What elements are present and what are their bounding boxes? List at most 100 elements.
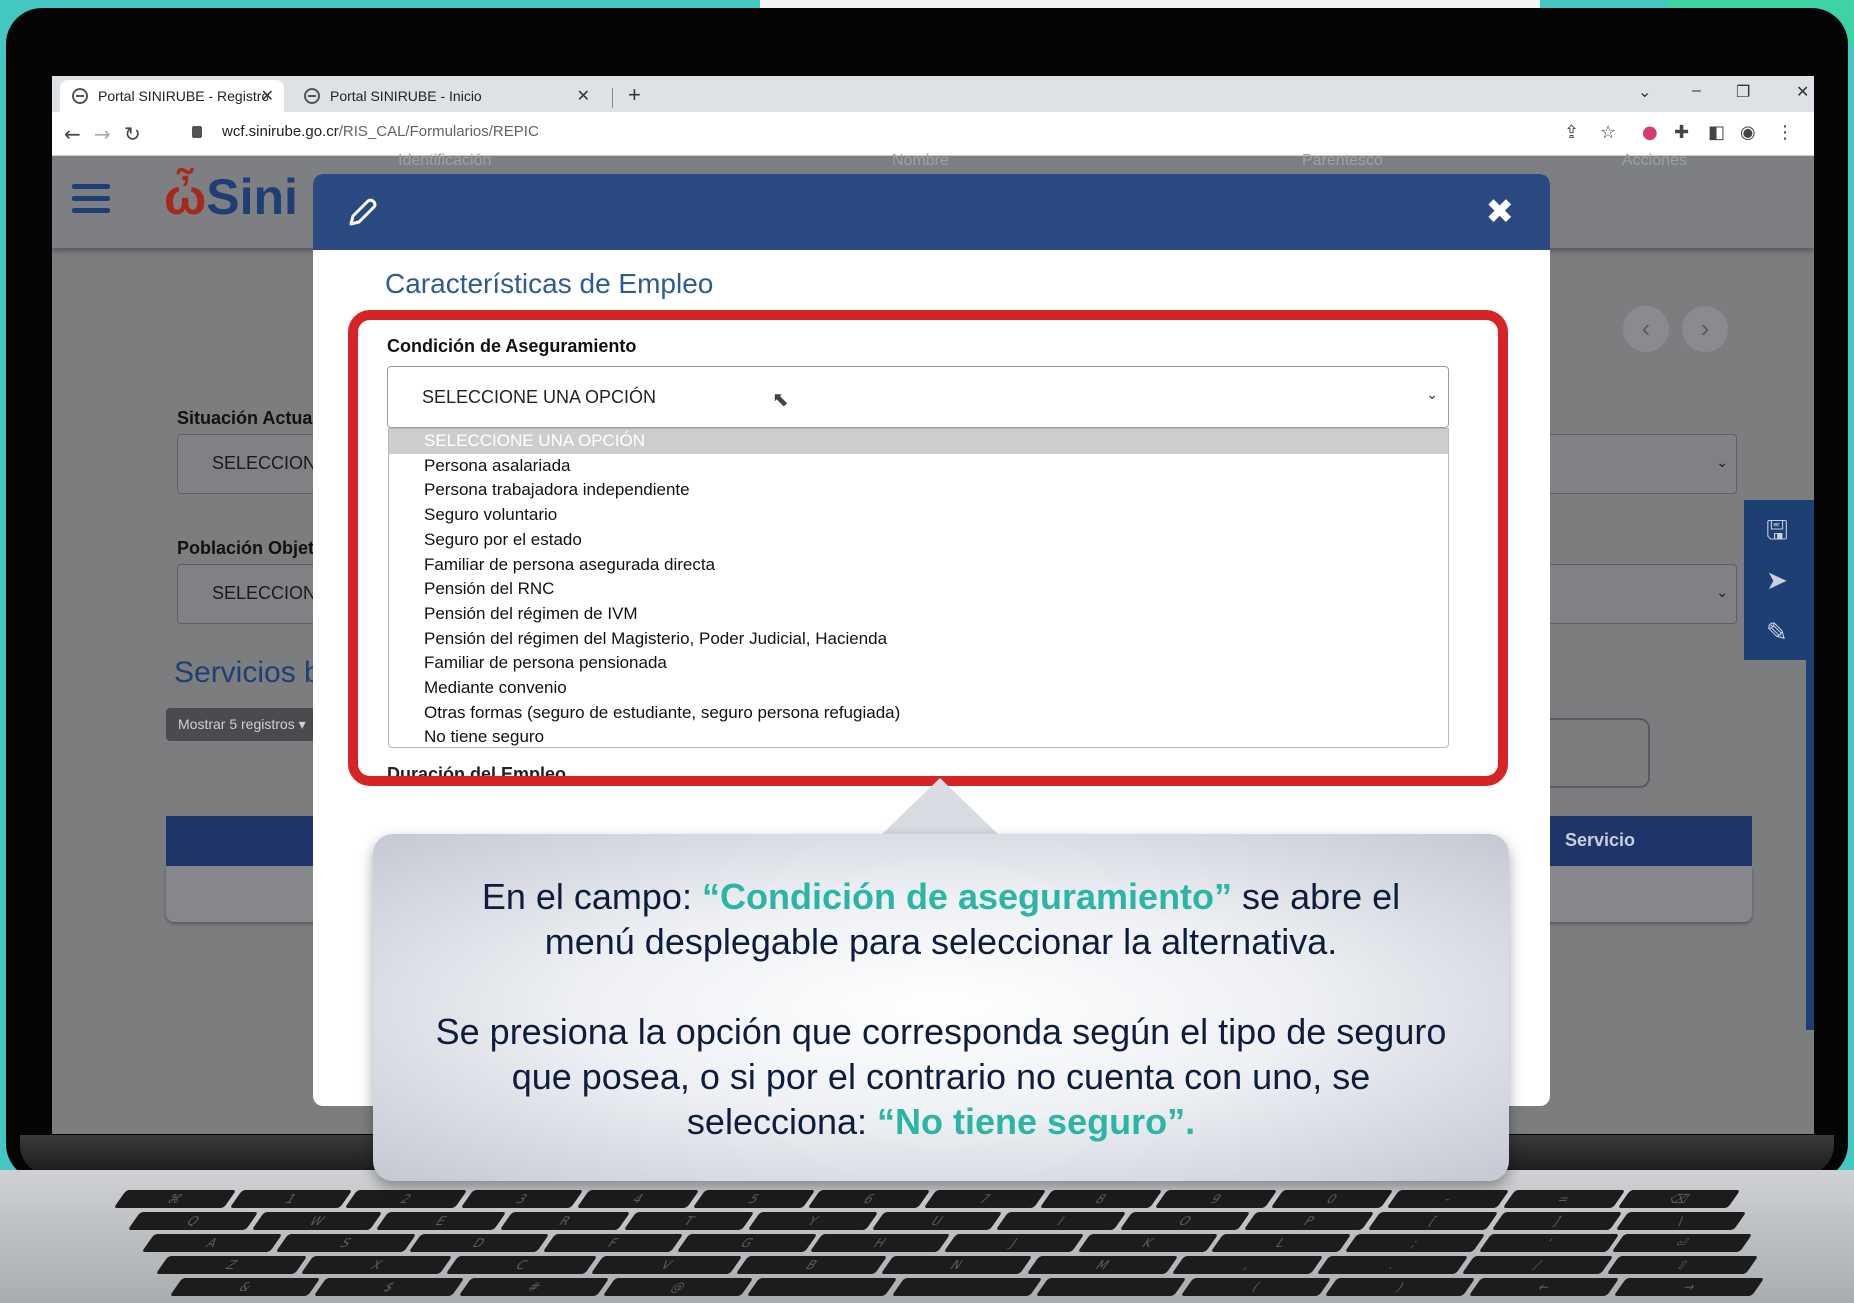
keyboard-key: ⇧ <box>1606 1256 1759 1274</box>
tab-inicio[interactable]: Portal SINIRUBE - Inicio ✕ <box>292 80 608 112</box>
keyboard-key: B <box>736 1256 888 1274</box>
keyboard-key: \ <box>1615 1212 1747 1230</box>
keyboard-key <box>1035 1278 1187 1296</box>
next-page-button[interactable]: › <box>1682 306 1728 352</box>
laptop-keyboard: ⌘ 1 2 3 4 5 6 7 8 9 0- = ⌫ Q W E R T Y U I O P[] \ A S D F G H J K L; ' ⏎ Z… <box>60 1190 1794 1303</box>
keyboard-key: F <box>542 1234 683 1252</box>
keyboard-key: O <box>1119 1212 1251 1230</box>
keyboard-key: ⏎ <box>1612 1234 1753 1252</box>
keyboard-key: 3 <box>460 1190 584 1208</box>
keyboard-key: T <box>623 1212 755 1230</box>
send-icon[interactable]: ➤ <box>1766 566 1788 596</box>
keyboard-key: 4 <box>576 1190 699 1208</box>
keyboard-key: J <box>943 1234 1085 1252</box>
keyboard-key: M <box>1026 1256 1178 1274</box>
extension-badge-icon[interactable]: ● <box>1642 122 1658 143</box>
keyboard-key: U <box>871 1212 1003 1230</box>
tab-registro[interactable]: Portal SINIRUBE - Registro Espe ✕ <box>60 80 284 112</box>
ghost-col-identificacion: Identificación <box>398 152 492 169</box>
servicios-title: Servicios b <box>174 656 321 689</box>
share-icon[interactable]: ⇪ <box>1564 122 1579 143</box>
keyboard-key: K <box>1077 1234 1218 1252</box>
logo-text: Sini <box>206 169 298 225</box>
poblacion-label: Población Objet <box>177 538 315 558</box>
keyboard-key: / <box>1461 1256 1614 1274</box>
keyboard-row: Z X C V B N M,. / ⇧ <box>60 1256 1794 1274</box>
keyboard-key: X <box>300 1256 453 1274</box>
keyboard-key: 2 <box>345 1190 468 1208</box>
keyboard-key <box>891 1278 1043 1296</box>
chevron-down-icon: ⌄ <box>1716 455 1728 471</box>
keyboard-key: ) <box>1324 1278 1476 1296</box>
keyboard-key: C <box>445 1256 598 1274</box>
sidebar-icon[interactable]: ◧ <box>1708 122 1725 143</box>
url-host: wcf.sinirube.go.cr <box>222 123 339 140</box>
mostrar-registros-dropdown[interactable]: Mostrar 5 registros ▾ <box>166 708 318 741</box>
save-icon[interactable]: 🖫 <box>1766 512 1788 556</box>
keyboard-key: G <box>676 1234 817 1252</box>
keyboard-key: N <box>881 1256 1033 1274</box>
globe-icon <box>304 88 320 104</box>
situacion-value: SELECCIONE <box>212 453 329 473</box>
keyboard-key: 7 <box>923 1190 1047 1208</box>
keyboard-key: $ <box>314 1278 466 1296</box>
callout-paragraph-1: En el campo: “Condición de aseguramiento… <box>373 874 1509 964</box>
hamburger-icon[interactable] <box>72 184 110 220</box>
keyboard-row: ⌘ 1 2 3 4 5 6 7 8 9 0- = ⌫ <box>60 1190 1794 1208</box>
ghost-col-nombre: Nombre <box>892 152 949 169</box>
callout-highlight: “Condición de aseguramiento” <box>701 876 1233 917</box>
ghost-col-parentesco: Parentesco <box>1302 152 1383 169</box>
keyboard-row: Q W E R T Y U I O P[] \ <box>60 1212 1794 1230</box>
tab-search-icon[interactable]: ⌄ <box>1638 82 1651 102</box>
menu-dots-icon[interactable]: ⋮ <box>1776 122 1794 143</box>
logo-mark-icon: ὦ <box>164 169 207 225</box>
keyboard-key: 8 <box>1039 1190 1162 1208</box>
ghost-col-acciones: Acciones <box>1622 152 1687 169</box>
reload-icon[interactable]: ↻ <box>124 122 141 146</box>
keyboard-key: @ <box>602 1278 754 1296</box>
keyboard-key: S <box>275 1234 416 1252</box>
callout-paragraph-2: Se presiona la opción que corresponda se… <box>373 1009 1509 1144</box>
servicio-column-header: Servicio <box>1565 830 1636 850</box>
back-icon[interactable]: ← <box>64 122 81 146</box>
keyboard-key: ; <box>1344 1234 1486 1252</box>
puzzle-icon[interactable]: ✚ <box>1674 122 1689 143</box>
prev-page-button[interactable]: ‹ <box>1623 306 1669 352</box>
keyboard-key: & <box>169 1278 321 1296</box>
attach-icon[interactable]: ✎ <box>1766 618 1788 648</box>
keyboard-key: Q <box>127 1212 259 1230</box>
keyboard-key: 6 <box>808 1190 931 1208</box>
keyboard-key: Y <box>747 1212 879 1230</box>
keyboard-key: # <box>458 1278 610 1296</box>
side-action-panel: 🖫 ➤ ✎ <box>1744 500 1814 660</box>
close-icon[interactable]: ✕ <box>261 86 274 106</box>
keyboard-key: ] <box>1491 1212 1623 1230</box>
close-icon[interactable]: ✖ <box>1486 192 1515 232</box>
keyboard-key: , <box>1171 1256 1324 1274</box>
forward-icon[interactable]: → <box>94 122 111 146</box>
keyboard-key: ← <box>1468 1278 1620 1296</box>
keyboard-key: = <box>1502 1190 1625 1208</box>
highlight-frame <box>348 310 1508 786</box>
pencil-icon <box>349 198 377 226</box>
instruction-callout: En el campo: “Condición de aseguramiento… <box>373 834 1509 1181</box>
star-icon[interactable]: ☆ <box>1600 122 1616 143</box>
window-close-icon[interactable]: ✕ <box>1796 82 1809 102</box>
keyboard-key: A <box>141 1234 282 1252</box>
tab-separator <box>612 88 613 108</box>
close-icon[interactable]: ✕ <box>577 86 590 106</box>
scrollbar[interactable] <box>1806 610 1814 1030</box>
keyboard-key: ⌫ <box>1618 1190 1741 1208</box>
url-field[interactable]: wcf.sinirube.go.cr/RIS_CAL/Formularios/R… <box>222 123 539 140</box>
keyboard-key: E <box>375 1212 507 1230</box>
keyboard-key: → <box>1613 1278 1765 1296</box>
keyboard-key: ( <box>1180 1278 1332 1296</box>
sinirube-logo: ὦSini <box>164 168 298 226</box>
globe-icon <box>72 88 88 104</box>
profile-icon[interactable]: ◉ <box>1740 122 1756 143</box>
keyboard-key: 0 <box>1270 1190 1394 1208</box>
tab-title: Portal SINIRUBE - Inicio <box>330 88 482 104</box>
minimize-icon[interactable]: – <box>1692 82 1701 100</box>
new-tab-icon[interactable]: + <box>628 82 641 108</box>
restore-icon[interactable]: ❐ <box>1736 82 1750 102</box>
